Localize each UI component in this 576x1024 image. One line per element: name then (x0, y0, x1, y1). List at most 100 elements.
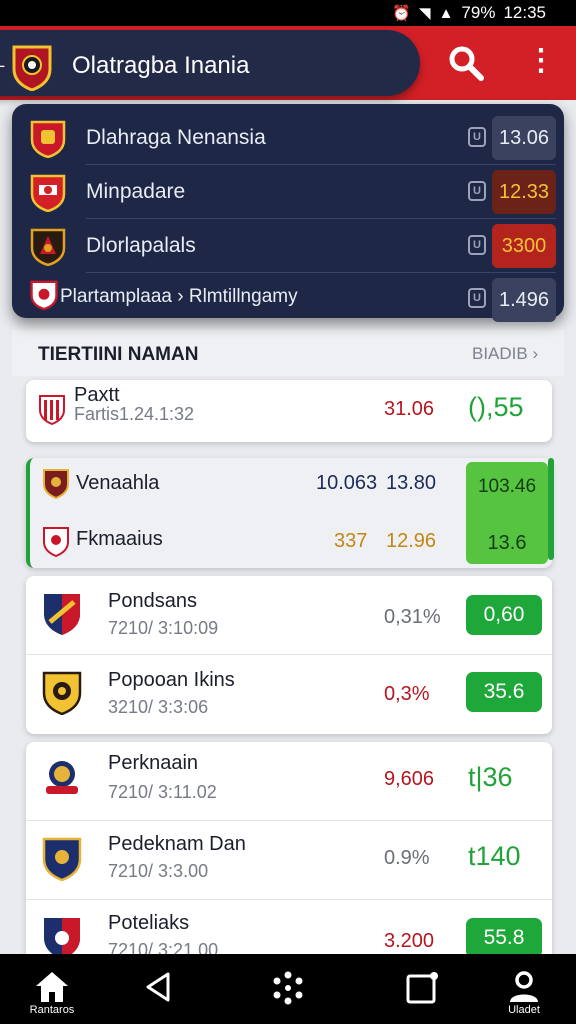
odds-value: 12.96 (386, 530, 437, 552)
back-triangle-icon (146, 972, 170, 1002)
app-bar: ← Olatragba Inania ⋮ (0, 26, 576, 100)
odds-value: 13.6 (487, 532, 527, 554)
dropdown-item-name: Minpadare (86, 180, 186, 203)
club-crest-icon (42, 837, 82, 881)
sort-button[interactable]: BIADIB › (472, 344, 538, 364)
nav-label: Uladet (508, 1004, 540, 1016)
status-bar: ⏰ ◥ ▲ 79% 12:35 (0, 0, 576, 26)
nav-home[interactable]: Rantaros (4, 954, 100, 1024)
pin-icon[interactable]: U (468, 235, 486, 255)
dropdown-item[interactable]: Dlorlapalals U 3300 (12, 220, 564, 272)
match-card[interactable]: Paxtt Fartis1.24.1:32 31.06 (),55 (26, 380, 552, 442)
team-name: Pedeknam Dan (108, 833, 246, 855)
odds-value: 3.200 (384, 930, 435, 952)
dropdown-item[interactable]: Dlahraga Nenansia U 13.06 (12, 112, 564, 164)
club-crest-icon (39, 395, 65, 426)
battery-level: 79% (461, 3, 496, 22)
match-time: Fartis1.24.1:32 (74, 404, 195, 424)
club-crest-icon (46, 761, 78, 794)
square-badge-icon (406, 972, 438, 1004)
dropdown-item-value: 3300 (492, 224, 556, 268)
club-crest-icon (30, 120, 66, 158)
pin-icon[interactable]: U (468, 181, 486, 201)
match-group-card: Pondsans 7210/ 3:10:09 0,31% 0,60 Popooa… (26, 576, 552, 734)
user-icon (510, 971, 538, 1002)
match-time: 7210/ 3:10:09 (108, 618, 219, 638)
match-time: 7210/ 3:3.00 (108, 861, 209, 881)
dropdown-item-value: 12.33 (492, 170, 556, 214)
dropdown-item-name: Plartamplaaa › Rlmtillngamy (60, 286, 298, 308)
dropdown-item[interactable]: Plartamplaaa › Rlmtillngamy U 1.496 (12, 268, 564, 322)
odds-value: 337 (334, 530, 368, 552)
dropdown-item[interactable]: Minpadare U 12.33 (12, 166, 564, 218)
odds-button[interactable]: 55.8 (466, 918, 542, 958)
match-row[interactable]: Pondsans 7210/ 3:10:09 0,31% 0,60 (26, 576, 552, 654)
more-menu-icon[interactable]: ⋮ (526, 46, 556, 82)
score-value: (),55 (468, 392, 524, 422)
match-row[interactable]: Pedeknam Dan 7210/ 3:3.00 0.9% t140 (26, 821, 552, 899)
match-card-highlight[interactable]: Venaahla 10.063 13.80 Fkmaaius 337 12.96… (26, 458, 554, 568)
bottom-nav: Rantaros Uladet (0, 954, 576, 1024)
odds-value: 31.06 (384, 398, 435, 420)
divider (86, 218, 556, 219)
club-crest-icon (44, 594, 80, 635)
odds-value: 0,3% (384, 683, 430, 705)
match-time: 7210/ 3:11.02 (108, 782, 217, 802)
match-row[interactable]: Perknaain 7210/ 3:11.02 9,606 t|36 (26, 742, 552, 820)
app-logo (12, 45, 52, 91)
pin-icon[interactable]: U (468, 288, 486, 308)
pin-icon[interactable]: U (468, 127, 486, 147)
search-icon[interactable] (446, 43, 486, 83)
club-crest-icon (30, 228, 66, 266)
odds-button[interactable]: 35.6 (466, 672, 542, 712)
nav-label: Rantaros (29, 1004, 75, 1016)
match-group-card: Perknaain 7210/ 3:11.02 9,606 t|36 Pedek… (26, 742, 552, 972)
app-bar-title-panel: ← Olatragba Inania (0, 30, 420, 96)
value-highlight-block[interactable]: 103.46 13.6 (466, 462, 548, 564)
club-crest-icon (42, 671, 82, 715)
odds-value: 0.9% (384, 847, 430, 869)
team-name: Poteliaks (108, 912, 190, 934)
dropdown-item-value: 1.496 (492, 278, 556, 322)
match-row[interactable]: Popooan Ikins 3210/ 3:3:06 0,3% 35.6 (26, 655, 552, 734)
odds-value: 103.46 (477, 476, 537, 497)
team-name: Venaahla (76, 472, 160, 494)
chevron-separator: › (177, 286, 184, 307)
nav-apps[interactable] (240, 954, 336, 1024)
nav-profile[interactable]: Uladet (476, 954, 572, 1024)
dropdown-item-value: 13.06 (492, 116, 556, 160)
back-arrow-icon[interactable]: ← (0, 46, 10, 78)
team-name: Perknaain (108, 752, 199, 774)
dropdown-item-name-part: Rlmtillngamy (188, 286, 298, 307)
score-value: t140 (468, 841, 521, 871)
team-name: Popooan Ikins (108, 669, 235, 691)
odds-value: 10.063 (316, 472, 378, 494)
signal-icon: ▲ (438, 4, 454, 22)
nav-back[interactable] (110, 954, 206, 1024)
club-crest-icon (30, 174, 66, 212)
odds-value: 13.80 (386, 472, 437, 494)
alarm-icon: ⏰ (392, 5, 412, 22)
clock: 12:35 (503, 3, 546, 22)
team-name: Fkmaaius (76, 528, 163, 550)
odds-value: 9,606 (384, 768, 435, 790)
league-dropdown: Dlahraga Nenansia U 13.06 Minpadare U 12… (12, 104, 564, 322)
nav-recents[interactable] (374, 954, 470, 1024)
odds-button[interactable]: 0,60 (466, 595, 542, 635)
app-title: Olatragba Inania (72, 52, 250, 79)
club-crest-icon (43, 469, 69, 500)
highlight-bar (548, 458, 554, 560)
club-crest-icon (43, 527, 69, 558)
divider (86, 164, 556, 165)
wifi-icon: ◥ (419, 5, 431, 22)
dropdown-item-name: Dlorlapalals (86, 234, 196, 257)
list-title: TIERTIINI NAMAN (38, 344, 199, 365)
dots-circle-icon (273, 971, 303, 1005)
team-name: Pondsans (108, 590, 197, 612)
score-value: t|36 (468, 762, 513, 792)
match-time: 3210/ 3:3:06 (108, 697, 209, 717)
home-icon (36, 972, 68, 1002)
club-crest-icon (30, 280, 58, 310)
list-header: TIERTIINI NAMAN BIADIB › (12, 330, 564, 376)
dropdown-item-name: Dlahraga Nenansia (86, 126, 266, 149)
